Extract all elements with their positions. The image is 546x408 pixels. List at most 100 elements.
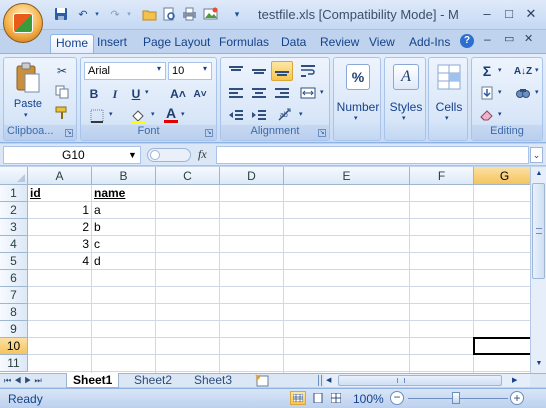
sheet-tab-sheet3[interactable]: Sheet3 xyxy=(188,373,238,388)
tab-data[interactable]: Data xyxy=(276,34,311,53)
font-color-dropdown-icon[interactable]: ▾ xyxy=(181,110,185,118)
zoom-out-button[interactable]: − xyxy=(390,391,404,405)
cell-A1[interactable]: id xyxy=(28,185,91,202)
row-header[interactable]: 5 xyxy=(0,253,28,270)
workbook-restore-button[interactable]: ▭ xyxy=(504,32,514,45)
align-left-button[interactable] xyxy=(225,83,247,103)
office-button[interactable] xyxy=(3,3,43,43)
customize-qat-icon[interactable]: ▾ xyxy=(228,6,246,22)
normal-view-button[interactable] xyxy=(290,391,306,405)
cell-A3[interactable]: 2 xyxy=(28,219,91,236)
row-header[interactable]: 6 xyxy=(0,270,28,287)
font-name-dropdown-icon[interactable]: ▾ xyxy=(157,64,161,73)
font-color-button[interactable]: A xyxy=(161,105,181,125)
formula-input[interactable] xyxy=(216,146,529,164)
find-select-button[interactable] xyxy=(510,83,536,103)
merge-dropdown-icon[interactable]: ▾ xyxy=(320,88,324,96)
decrease-indent-button[interactable] xyxy=(225,105,247,125)
spreadsheet-grid[interactable]: A B C D E F G 1 2 3 4 5 6 7 8 9 10 11 id name 1 a 2 b 3 c 4 d xyxy=(0,167,530,373)
undo-dropdown-icon[interactable]: ▾ xyxy=(92,6,102,22)
tab-formulas[interactable]: Formulas xyxy=(214,34,274,53)
tab-add-ins[interactable]: Add-Ins xyxy=(404,34,455,53)
sheet-tab-sheet1[interactable]: Sheet1 xyxy=(66,373,120,388)
italic-button[interactable]: I xyxy=(105,84,125,104)
clear-dropdown-icon[interactable]: ▾ xyxy=(498,110,502,118)
align-right-button[interactable] xyxy=(271,83,293,103)
horizontal-scrollbar[interactable]: ◀ ▶ xyxy=(324,374,530,387)
tab-insert[interactable]: Insert xyxy=(92,34,132,53)
tab-review[interactable]: Review xyxy=(315,34,364,53)
column-header[interactable]: A xyxy=(28,167,92,185)
save-icon[interactable] xyxy=(52,6,70,22)
sort-dropdown-icon[interactable]: ▾ xyxy=(535,66,539,74)
middle-align-button[interactable] xyxy=(248,61,270,81)
zoom-slider-thumb[interactable] xyxy=(452,392,460,404)
horizontal-scroll-thumb[interactable] xyxy=(338,375,502,386)
underline-dropdown-icon[interactable]: ▾ xyxy=(145,88,149,96)
wrap-text-button[interactable] xyxy=(297,61,319,81)
styles-button[interactable]: A Styles ▾ xyxy=(387,62,425,126)
borders-dropdown-icon[interactable]: ▾ xyxy=(109,110,113,118)
name-box-dropdown-icon[interactable]: ▼ xyxy=(128,147,137,163)
row-header[interactable]: 9 xyxy=(0,321,28,338)
alignment-launcher-icon[interactable]: ↘ xyxy=(318,129,326,137)
row-header[interactable]: 11 xyxy=(0,355,28,372)
paste-button[interactable]: Paste ▾ xyxy=(8,60,48,122)
copy-icon[interactable] xyxy=(52,82,72,102)
scroll-right-icon[interactable]: ▶ xyxy=(512,374,517,387)
redo-icon[interactable]: ↷ xyxy=(106,6,124,22)
fill-color-dropdown-icon[interactable]: ▾ xyxy=(151,110,155,118)
active-cell-cursor[interactable] xyxy=(473,337,530,355)
cell-B5[interactable]: d xyxy=(92,253,155,270)
number-format-button[interactable]: % Number ▾ xyxy=(337,62,379,126)
row-header[interactable]: 2 xyxy=(0,202,28,219)
help-icon[interactable]: ? xyxy=(460,34,474,48)
row-header[interactable]: 7 xyxy=(0,287,28,304)
row-header[interactable]: 1 xyxy=(0,185,28,202)
autosum-button[interactable]: Σ xyxy=(475,61,499,81)
workbook-close-button[interactable]: ✕ xyxy=(524,32,533,45)
cell-A4[interactable]: 3 xyxy=(28,236,91,253)
cell-B2[interactable]: a xyxy=(92,202,155,219)
row-header[interactable]: 10 xyxy=(0,338,28,355)
zoom-level[interactable]: 100% xyxy=(353,392,384,406)
scroll-up-icon[interactable]: ▲ xyxy=(532,167,546,181)
restore-button[interactable]: □ xyxy=(498,5,520,23)
underline-button[interactable]: U xyxy=(127,84,145,104)
select-all-corner[interactable] xyxy=(0,167,28,185)
zoom-in-button[interactable]: + xyxy=(510,391,524,405)
cells-button[interactable]: Cells ▾ xyxy=(431,62,467,126)
page-layout-view-button[interactable] xyxy=(310,391,326,405)
fill-dropdown-icon[interactable]: ▾ xyxy=(498,88,502,96)
tab-page-layout[interactable]: Page Layout xyxy=(138,34,215,53)
top-align-button[interactable] xyxy=(225,61,247,81)
clear-button[interactable] xyxy=(475,105,499,125)
column-header[interactable]: F xyxy=(410,167,474,185)
tab-view[interactable]: View xyxy=(364,34,400,53)
sheet-tab-sheet2[interactable]: Sheet2 xyxy=(128,373,178,388)
column-header[interactable]: G xyxy=(474,167,530,185)
insert-sheet-icon[interactable] xyxy=(254,374,272,387)
redo-dropdown-icon[interactable]: ▾ xyxy=(124,6,134,22)
print-icon[interactable] xyxy=(180,6,198,22)
font-name-select[interactable]: Arial xyxy=(84,62,166,80)
fill-button[interactable] xyxy=(475,83,499,103)
workbook-minimize-button[interactable]: – xyxy=(484,32,491,46)
column-header[interactable]: D xyxy=(220,167,284,185)
autosum-dropdown-icon[interactable]: ▾ xyxy=(498,66,502,74)
column-header[interactable]: E xyxy=(284,167,410,185)
shrink-font-button[interactable]: A˅ xyxy=(189,84,211,104)
grow-font-button[interactable]: A˄ xyxy=(167,84,189,104)
font-launcher-icon[interactable]: ↘ xyxy=(205,129,213,137)
scroll-down-icon[interactable]: ▼ xyxy=(532,357,546,371)
scroll-left-icon[interactable]: ◀ xyxy=(326,374,331,387)
print-preview-icon[interactable] xyxy=(160,6,178,22)
close-button[interactable]: ✕ xyxy=(520,5,542,23)
name-box[interactable]: G10 ▼ xyxy=(3,146,141,164)
row-header[interactable]: 8 xyxy=(0,304,28,321)
align-center-button[interactable] xyxy=(248,83,270,103)
find-dropdown-icon[interactable]: ▾ xyxy=(535,88,539,96)
tab-home[interactable]: Home xyxy=(50,34,95,53)
insert-function-button[interactable]: fx xyxy=(198,147,207,162)
sheet-nav-icons[interactable]: ⏮◀▶⏭ xyxy=(4,374,45,387)
